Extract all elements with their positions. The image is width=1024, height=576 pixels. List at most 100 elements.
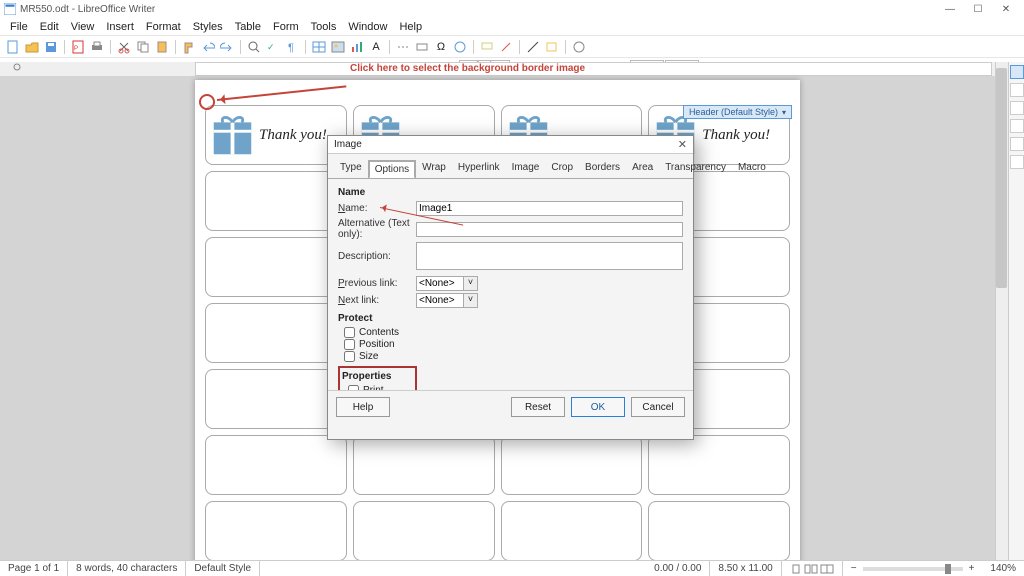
- image-dialog: Image ✕ Type Options Wrap Hyperlink Imag…: [327, 135, 694, 440]
- tab-hyperlink[interactable]: Hyperlink: [452, 159, 506, 178]
- tab-area[interactable]: Area: [626, 159, 659, 178]
- status-words[interactable]: 8 words, 40 characters: [68, 561, 186, 576]
- annotation-text: Click here to select the background bord…: [350, 63, 585, 74]
- annotation-circle: [199, 94, 215, 110]
- menu-edit[interactable]: Edit: [34, 21, 65, 33]
- tab-crop[interactable]: Crop: [545, 159, 579, 178]
- tab-wrap[interactable]: Wrap: [416, 159, 452, 178]
- window-maximize[interactable]: ☐: [964, 0, 992, 18]
- dialog-titlebar[interactable]: Image ✕: [328, 136, 693, 154]
- sidebar-tab-navigator[interactable]: [1010, 119, 1024, 133]
- vertical-scrollbar[interactable]: [995, 62, 1008, 560]
- status-zoom[interactable]: 140%: [982, 561, 1024, 576]
- menu-view[interactable]: View: [65, 21, 101, 33]
- protect-size-check[interactable]: [344, 351, 355, 362]
- tab-image[interactable]: Image: [506, 159, 546, 178]
- field-icon[interactable]: [413, 38, 431, 56]
- label-card-empty: [205, 369, 347, 429]
- sidebar-tab-styles[interactable]: [1010, 83, 1024, 97]
- undo-icon[interactable]: [199, 38, 217, 56]
- trackchanges-icon[interactable]: [497, 38, 515, 56]
- specialchar-icon[interactable]: Ω: [432, 38, 450, 56]
- window-close[interactable]: ✕: [992, 0, 1020, 18]
- statusbar: Page 1 of 1 8 words, 40 characters Defau…: [0, 560, 1024, 576]
- menu-form[interactable]: Form: [267, 21, 305, 33]
- next-link-label: Next link:: [338, 295, 416, 306]
- image-icon[interactable]: [329, 38, 347, 56]
- protect-contents-check[interactable]: [344, 327, 355, 338]
- clone-format-icon[interactable]: [180, 38, 198, 56]
- line-icon[interactable]: [524, 38, 542, 56]
- label-card-empty: [205, 303, 347, 363]
- next-link-combo[interactable]: [416, 293, 464, 308]
- sidebar-tab-gallery[interactable]: [1010, 101, 1024, 115]
- gift-icon: [210, 113, 255, 158]
- single-page-icon: [790, 564, 802, 574]
- alt-label: Alternative (Text only):: [338, 218, 416, 240]
- textbox-icon[interactable]: A: [367, 38, 385, 56]
- chart-icon[interactable]: [348, 38, 366, 56]
- menu-file[interactable]: File: [4, 21, 34, 33]
- open-icon[interactable]: [23, 38, 41, 56]
- status-viewlayout[interactable]: [782, 561, 843, 576]
- export-pdf-icon[interactable]: P: [69, 38, 87, 56]
- pagebreak-icon[interactable]: [394, 38, 412, 56]
- draw-icon[interactable]: [570, 38, 588, 56]
- ruler-origin-icon: [12, 62, 22, 72]
- zoom-slider[interactable]: [863, 567, 963, 571]
- window-minimize[interactable]: —: [936, 0, 964, 18]
- section-protect: Protect: [338, 313, 683, 324]
- sidebar-tab-page[interactable]: [1010, 137, 1024, 151]
- menu-tools[interactable]: Tools: [305, 21, 343, 33]
- new-icon[interactable]: [4, 38, 22, 56]
- sidebar-tab-style-inspector[interactable]: [1010, 155, 1024, 169]
- nonprint-icon[interactable]: ¶: [283, 38, 301, 56]
- tab-options[interactable]: Options: [368, 160, 416, 179]
- menu-window[interactable]: Window: [342, 21, 393, 33]
- paste-icon[interactable]: [153, 38, 171, 56]
- dialog-close-icon[interactable]: ✕: [678, 138, 687, 151]
- label-card-empty: [353, 501, 495, 560]
- dropdown-icon[interactable]: ˅: [464, 276, 478, 291]
- menu-table[interactable]: Table: [229, 21, 267, 33]
- thank-text: Thank you!: [702, 127, 770, 144]
- comment-icon[interactable]: [478, 38, 496, 56]
- spellcheck-icon[interactable]: ✓: [264, 38, 282, 56]
- protect-position-check[interactable]: [344, 339, 355, 350]
- save-icon[interactable]: [42, 38, 60, 56]
- hyperlink-icon[interactable]: [451, 38, 469, 56]
- shapes-icon[interactable]: [543, 38, 561, 56]
- cut-icon[interactable]: [115, 38, 133, 56]
- print-icon[interactable]: [88, 38, 106, 56]
- menubar: File Edit View Insert Format Styles Tabl…: [0, 18, 1024, 36]
- menu-format[interactable]: Format: [140, 21, 187, 33]
- sidebar-tab-properties[interactable]: [1010, 65, 1024, 79]
- table-icon[interactable]: [310, 38, 328, 56]
- tab-type[interactable]: Type: [334, 159, 368, 178]
- prev-link-combo[interactable]: [416, 276, 464, 291]
- tab-borders[interactable]: Borders: [579, 159, 626, 178]
- status-style[interactable]: Default Style: [186, 561, 260, 576]
- tab-transparency[interactable]: Transparency: [659, 159, 732, 178]
- find-icon[interactable]: [245, 38, 263, 56]
- name-input[interactable]: [416, 201, 683, 216]
- menu-styles[interactable]: Styles: [187, 21, 229, 33]
- status-position: 0.00 / 0.00: [646, 561, 710, 576]
- ok-button[interactable]: OK: [571, 397, 625, 417]
- header-indicator[interactable]: Header (Default Style): [683, 105, 792, 119]
- tab-macro[interactable]: Macro: [732, 159, 772, 178]
- menu-help[interactable]: Help: [393, 21, 428, 33]
- copy-icon[interactable]: [134, 38, 152, 56]
- help-button[interactable]: Help: [336, 397, 390, 417]
- status-page[interactable]: Page 1 of 1: [0, 561, 68, 576]
- desc-input[interactable]: [416, 242, 683, 270]
- reset-button[interactable]: Reset: [511, 397, 565, 417]
- label-card-empty: [648, 501, 790, 560]
- label-card-empty: [205, 501, 347, 560]
- menu-insert[interactable]: Insert: [100, 21, 140, 33]
- dropdown-icon[interactable]: ˅: [464, 293, 478, 308]
- redo-icon[interactable]: [218, 38, 236, 56]
- cancel-button[interactable]: Cancel: [631, 397, 685, 417]
- zoom-control[interactable]: −+: [843, 561, 983, 576]
- label-card-empty: [205, 435, 347, 495]
